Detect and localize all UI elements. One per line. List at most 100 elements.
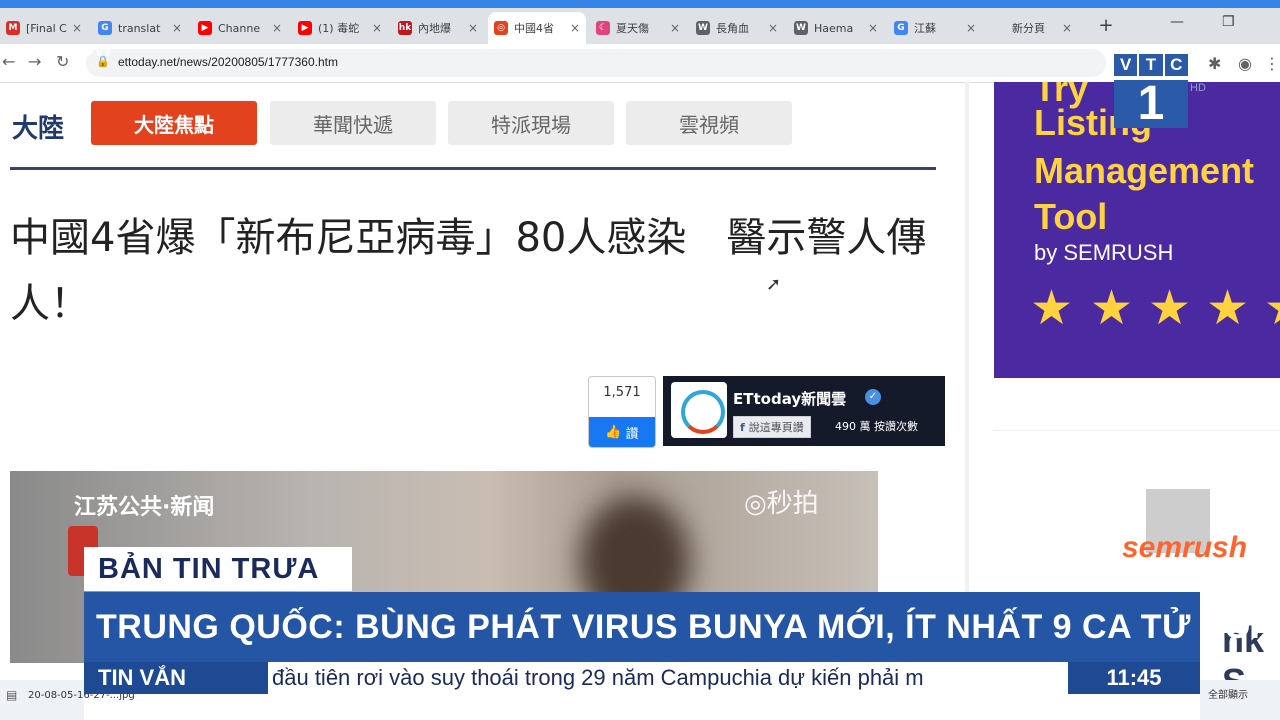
forward-icon[interactable]: → — [28, 52, 41, 71]
subnav-tab-video[interactable]: 雲視頻 — [626, 101, 792, 145]
gmail-icon: M — [6, 21, 20, 35]
tab-label: Channe — [218, 21, 261, 35]
semrush-logo: semrush — [1122, 531, 1248, 564]
close-icon[interactable]: × — [270, 21, 284, 35]
tab-label: (1) 毒蛇 — [318, 22, 360, 35]
like-label: 讚 — [625, 426, 639, 442]
vtc-logo: V T C — [1114, 54, 1188, 76]
browser-tab[interactable]: ▶ (1) 毒蛇 × — [292, 12, 388, 44]
ettoday-icon: ◎ — [494, 21, 508, 35]
google-icon: G — [894, 21, 908, 35]
fb-like-count: 490 萬 按讚次數 — [835, 420, 918, 433]
browser-tab-bar: M [Final C × Gtranslat × ▶ Channe × ▶ (1) 毒蛇 × hk 內地… — [0, 0, 1280, 44]
close-icon[interactable]: × — [964, 21, 978, 35]
show-all-label[interactable]: 全部顯示 — [1208, 686, 1248, 701]
blank-icon — [992, 21, 1006, 35]
menu-icon[interactable]: ⋮ — [1264, 54, 1280, 73]
star-icon: ★ — [1148, 280, 1192, 336]
news-headline-bar: TRUNG QUỐC: BÙNG PHÁT VIRUS BUNYA MỚI, Í… — [84, 592, 1280, 662]
like-box[interactable]: 1,571 👍 讚 — [588, 376, 656, 448]
close-icon[interactable]: × — [766, 21, 780, 35]
subnav-tab-express[interactable]: 華聞快遞 — [270, 101, 436, 145]
subnav-tab-special[interactable]: 特派現場 — [448, 101, 614, 145]
profile-icon[interactable]: ◉ — [1238, 54, 1252, 73]
fb-like-page-button[interactable]: f 說這專頁讚 — [733, 416, 811, 438]
browser-tab[interactable]: G 江蘇 × — [888, 12, 982, 44]
back-icon[interactable]: ← — [2, 52, 15, 71]
like-button[interactable]: 👍 讚 — [589, 417, 655, 447]
star-icon: ★ — [1264, 284, 1280, 332]
tab-label: translat — [118, 21, 161, 35]
article-headline: 中國4省爆「新布尼亞病毒」80人感染 醫示警人傳人！ — [10, 215, 927, 327]
wikipedia-icon: W — [794, 21, 808, 35]
address-bar-row: ← → ↻ 🔒 ettoday.net/news/20200805/177736… — [0, 44, 1280, 83]
tab-label: 長角血 — [716, 22, 749, 35]
mouse-cursor-icon: ➚ — [766, 274, 782, 295]
maximize-icon[interactable]: ❐ — [1222, 14, 1235, 30]
download-bar[interactable]: ▤ 20-08-05-16-27-...jpg — [0, 680, 135, 720]
subnav-tab-focus[interactable]: 大陸焦點 — [91, 101, 257, 145]
ettoday-logo-icon — [681, 390, 725, 434]
tab-label: 新分頁 — [1012, 22, 1045, 35]
close-icon[interactable]: × — [70, 21, 84, 35]
tab-label: 夏天傷 — [616, 22, 649, 35]
vtc-letter: T — [1139, 54, 1163, 76]
minimize-icon[interactable]: — — [1170, 14, 1184, 30]
tab-label: 內地爆 — [418, 22, 451, 35]
fb-like-page-label: 說這專頁讚 — [748, 421, 804, 434]
tab-bar-accent — [0, 0, 1280, 8]
url-text[interactable]: ettoday.net/news/20200805/1777360.htm — [118, 55, 338, 69]
verified-icon: ✓ — [865, 389, 881, 405]
ad-byline: by SEMRUSH — [1034, 240, 1174, 265]
column-divider — [965, 82, 969, 662]
ettoday-avatar — [671, 382, 727, 438]
section-title[interactable]: 大陸 — [12, 108, 64, 145]
close-icon[interactable]: × — [370, 21, 384, 35]
now-watermark-logo: now — [66, 36, 113, 61]
fb-page-name[interactable]: ETtoday新聞雲 — [733, 388, 846, 409]
browser-tab[interactable]: ☾ 夏天傷 × — [590, 12, 686, 44]
browser-tab[interactable]: hk 內地爆 × — [392, 12, 484, 44]
facebook-icon: f — [740, 420, 745, 434]
show-all-downloads[interactable]: 全部顯示 — [1200, 680, 1280, 720]
star-icon: ★ — [1206, 280, 1250, 336]
star-icon: ★ — [1030, 280, 1074, 336]
program-label: BẢN TIN TRƯA — [84, 547, 352, 591]
hd-badge: HD — [1190, 82, 1206, 94]
browser-tab[interactable]: 新分頁 × — [986, 12, 1078, 44]
news-ticker: đầu tiên rơi vào suy thoái trong 29 năm … — [268, 662, 1068, 694]
section-divider — [10, 167, 936, 170]
moon-icon: ☾ — [596, 21, 610, 35]
facebook-page-card[interactable]: ETtoday新聞雲 ✓ f 說這專頁讚 490 萬 按讚次數 — [663, 376, 945, 446]
browser-tab[interactable]: W 長角血 × — [690, 12, 784, 44]
video-channel-logo: 江苏公共·新闻 — [74, 495, 215, 520]
ad-line-3: Management — [1034, 150, 1255, 191]
browser-tab[interactable]: ◎ 中國4省 × — [488, 12, 586, 44]
ticker-label: TIN VẮN — [84, 662, 268, 694]
like-count: 1,571 — [603, 385, 641, 400]
browser-tab[interactable]: W Haema × — [788, 12, 884, 44]
close-icon[interactable]: × — [466, 21, 480, 35]
extensions-icon[interactable]: ✱ — [1208, 54, 1221, 73]
vtc-channel-number: 1 — [1114, 80, 1188, 128]
close-icon[interactable]: × — [568, 21, 582, 35]
close-icon[interactable]: × — [1060, 21, 1074, 35]
tab-label: [Final C — [26, 21, 67, 35]
file-icon: ▤ — [6, 688, 18, 702]
vtc-letter: V — [1114, 54, 1138, 76]
thumbs-up-icon: 👍 — [605, 424, 622, 440]
broadcast-clock: 11:45 — [1068, 662, 1200, 694]
close-icon[interactable]: × — [866, 21, 880, 35]
vtc-letter: C — [1164, 54, 1188, 76]
hk01-icon: hk — [398, 21, 412, 35]
youtube-icon: ▶ — [198, 21, 212, 35]
close-icon[interactable]: × — [668, 21, 682, 35]
omnibox[interactable]: 🔒 ettoday.net/news/20200805/1777360.htm — [86, 49, 1106, 77]
new-tab-button[interactable]: + — [1096, 16, 1116, 36]
ad-line-4: Tool — [1034, 196, 1108, 237]
close-icon[interactable]: × — [170, 21, 184, 35]
tab-label: 江蘇 — [914, 22, 936, 35]
tab-label: 中國4省 — [514, 22, 554, 35]
tab-label: Haema — [814, 21, 854, 35]
browser-tab[interactable]: ▶ Channe × — [192, 12, 288, 44]
